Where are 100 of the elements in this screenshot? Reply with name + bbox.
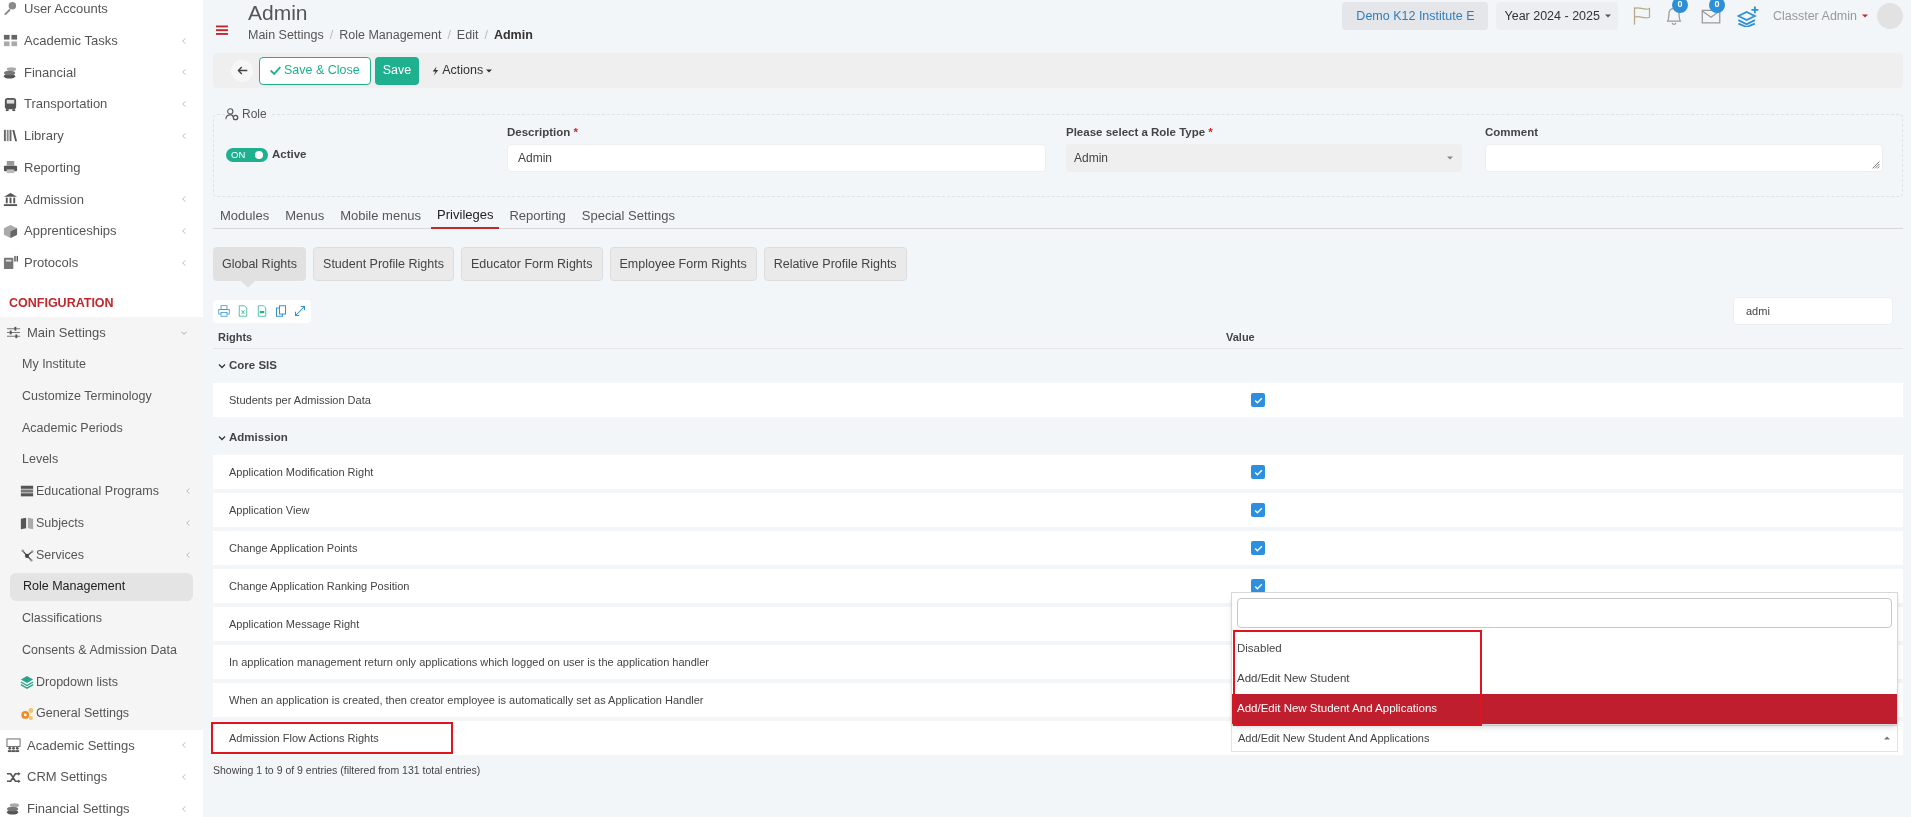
sidebar-subitem[interactable]: Customize Terminology <box>10 382 193 411</box>
group-heading: Core SIS <box>229 358 277 374</box>
sidebar-item[interactable]: Transportation <box>0 88 203 120</box>
checkbox[interactable] <box>1251 465 1265 479</box>
comment-field[interactable] <box>1485 144 1883 172</box>
actions-menu[interactable]: Actions <box>431 61 494 80</box>
year-dropdown[interactable]: Year 2024 - 2025 <box>1496 2 1618 30</box>
pdf-file-icon <box>256 305 268 317</box>
nodes-icon <box>20 547 34 562</box>
checkbox[interactable] <box>1251 579 1265 593</box>
tab[interactable]: Reporting <box>503 202 572 229</box>
sidebar-item[interactable]: User Accounts <box>0 0 203 25</box>
checkbox[interactable] <box>1251 393 1265 407</box>
check-icon <box>1253 505 1263 515</box>
check-icon <box>270 65 281 76</box>
tab[interactable]: Modules <box>214 202 276 229</box>
coins-icon <box>6 801 21 817</box>
tab[interactable]: Privileges <box>431 202 500 229</box>
sidebar-subitem[interactable]: Educational Programs <box>10 477 193 506</box>
legend-text: Role <box>242 106 267 123</box>
sidebar-subitem[interactable]: Role Management <box>10 572 193 601</box>
sidebar-item[interactable]: Academic Settings <box>0 729 203 762</box>
sidebar-item[interactable]: Apprenticeships <box>0 215 203 247</box>
tab-pointer <box>241 281 255 288</box>
sidebar-item[interactable]: Library <box>0 120 203 152</box>
back-button[interactable] <box>231 59 253 82</box>
column-header: Value <box>1226 330 1256 346</box>
search-field[interactable]: admi <box>1733 297 1893 325</box>
field-label: Please select a Role Type * <box>1066 125 1213 140</box>
server-stack-icon <box>20 484 34 499</box>
caret-up-icon <box>1883 734 1891 742</box>
institute-button[interactable]: Demo K12 Institute E <box>1342 2 1489 30</box>
book-icon <box>20 516 34 531</box>
right-label: Admission Flow Actions Rights <box>211 722 453 754</box>
breadcrumb-separator: / <box>484 26 488 44</box>
dropdown-option[interactable]: Disabled <box>1232 634 1897 664</box>
sidebar-item[interactable]: Main Settings <box>0 316 203 349</box>
subtab[interactable]: Employee Form Rights <box>609 247 757 281</box>
count-badge: 0 <box>1708 0 1725 13</box>
subtab[interactable]: Educator Form Rights <box>460 247 603 281</box>
role-type-select[interactable]: Admin <box>1066 144 1462 172</box>
breadcrumb-link[interactable]: Main Settings <box>248 25 324 45</box>
shuffle-icon <box>6 769 21 785</box>
sidebar-subitem[interactable]: Consents & Admission Data <box>10 636 193 665</box>
bank-icon <box>3 191 18 207</box>
gears-icon <box>20 706 34 721</box>
sidebar-item[interactable]: Protocols <box>0 247 203 279</box>
sliders-icon <box>6 325 21 341</box>
sidebar-subitem[interactable]: General Settings <box>10 699 193 728</box>
expand-icon <box>294 305 306 317</box>
sidebar-subitem[interactable]: Dropdown lists <box>10 667 193 696</box>
subtab[interactable]: Student Profile Rights <box>313 247 454 281</box>
key-icon <box>3 1 18 17</box>
sidebar-item[interactable]: CRM Settings <box>0 761 203 793</box>
sidebar-subitem[interactable]: Classifications <box>10 604 193 633</box>
sidebar-item[interactable]: Academic Tasks <box>0 24 203 57</box>
sidebar-item[interactable]: Reporting <box>0 151 203 184</box>
cube-icon <box>3 223 18 239</box>
dropdown-search-field[interactable] <box>1237 598 1892 628</box>
right-label: Change Application Points <box>228 540 359 556</box>
sidebar-subitem[interactable]: Subjects <box>10 509 193 538</box>
layers-icon <box>20 674 34 689</box>
tab[interactable]: Menus <box>279 202 331 229</box>
caret-down-icon <box>1446 154 1454 162</box>
sidebar-subitem[interactable]: My Institute <box>10 350 193 379</box>
calculator-icon <box>3 255 18 271</box>
sidebar-subitem[interactable]: Levels <box>10 445 193 474</box>
tab[interactable]: Special Settings <box>575 202 682 229</box>
count-badge: 0 <box>1671 0 1688 13</box>
sidebar-subitem[interactable]: Academic Periods <box>10 413 193 442</box>
breadcrumb-link[interactable]: Edit <box>456 25 479 45</box>
group-row[interactable]: Core SIS <box>213 349 1903 383</box>
books-icon <box>3 128 18 144</box>
breadcrumb-link[interactable]: Role Management <box>339 25 442 45</box>
sidebar-subitem[interactable]: Services <box>10 540 193 569</box>
breadcrumb-separator: / <box>447 26 451 44</box>
checkbox[interactable] <box>1251 503 1265 517</box>
description-field[interactable]: Admin <box>507 144 1046 172</box>
dropdown-option[interactable]: Add/Edit New Student <box>1232 664 1897 694</box>
field-label: Comment <box>1485 125 1539 140</box>
field-label: Description * <box>507 125 578 140</box>
tab[interactable]: Mobile menus <box>334 202 428 229</box>
group-row[interactable]: Admission <box>213 421 1903 455</box>
sidebar-item[interactable]: Admission <box>0 183 203 216</box>
sidebar-item[interactable]: Financial <box>0 56 203 89</box>
rights-select[interactable]: Add/Edit New Student And Applications <box>1231 724 1898 752</box>
group-heading: Admission <box>229 430 288 446</box>
right-label: Application Message Right <box>228 616 361 632</box>
copy-icon <box>275 305 287 317</box>
excel-file-icon <box>237 305 249 317</box>
user-gear-icon <box>225 107 239 121</box>
dropdown-option[interactable]: Add/Edit New Student And Applications <box>1232 694 1897 724</box>
sidebar-item[interactable]: Financial Settings <box>0 793 203 817</box>
right-label: Change Application Ranking Position <box>228 578 411 594</box>
checkbox[interactable] <box>1251 541 1265 555</box>
subtab[interactable]: Relative Profile Rights <box>763 247 907 281</box>
grid-icon <box>3 33 18 49</box>
section-heading: CONFIGURATION <box>9 295 114 312</box>
subtab[interactable]: Global Rights <box>213 247 307 281</box>
toggle-label: Active <box>272 147 307 162</box>
